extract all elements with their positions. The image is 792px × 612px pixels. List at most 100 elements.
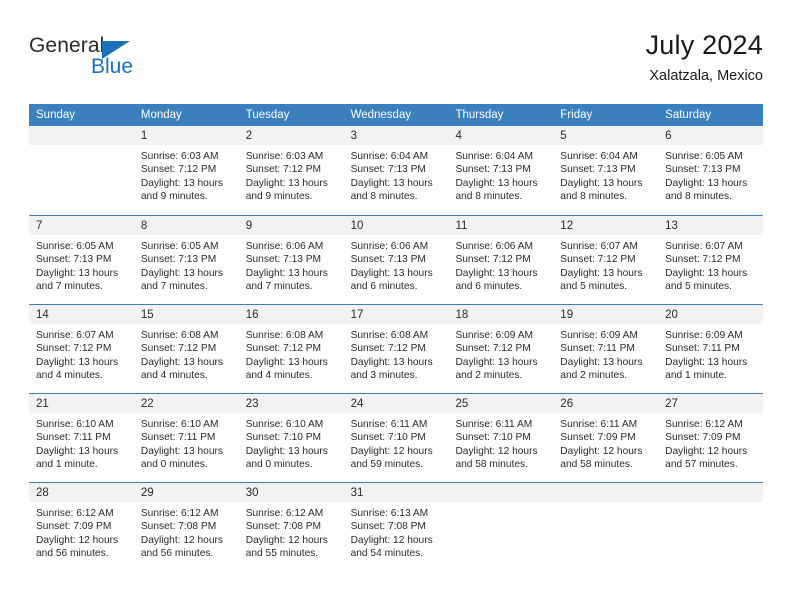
day-cell[interactable]: 17 Sunrise: 6:08 AM Sunset: 7:12 PM Dayligh…	[343, 305, 449, 393]
day-cell[interactable]: 28 Sunrise: 6:12 AM Sunset: 7:09 PM Dayligh…	[29, 483, 134, 571]
sunrise-text: Sunrise: 6:03 AM	[245, 151, 324, 162]
day-cell[interactable]: 7 Sunrise: 6:05 AM Sunset: 7:13 PM Daylight…	[29, 216, 134, 304]
day-cell[interactable]: 16 Sunrise: 6:08 AM Sunset: 7:12 PM Dayligh…	[238, 305, 344, 393]
sunrise-text: Sunrise: 6:10 AM	[36, 419, 114, 430]
day-number-band: 25	[448, 394, 554, 413]
day-number-band	[658, 483, 764, 502]
daylight-text: Daylight: 12 hours	[140, 534, 223, 546]
general-blue-logo[interactable]: General Blue	[29, 34, 209, 86]
day-number-band: 9	[238, 216, 344, 235]
day-cell[interactable]: 25 Sunrise: 6:11 AM Sunset: 7:10 PM Dayligh…	[448, 394, 554, 482]
page-subtitle: Xalatzala, Mexico	[649, 68, 763, 84]
weekday-header-friday: Friday	[560, 109, 593, 121]
day-number: 21	[36, 398, 49, 410]
day-details: Sunrise: 6:11 AM Sunset: 7:10 PM Daylight:…	[448, 413, 553, 472]
sunrise-text: Sunrise: 6:07 AM	[665, 241, 743, 252]
sunset-text: Sunset: 7:10 PM	[455, 432, 531, 444]
sunset-text: Sunset: 7:12 PM	[350, 343, 426, 355]
daylight-text: Daylight: 13 hours	[140, 356, 223, 368]
day-number-band: 18	[448, 305, 554, 324]
daylight-text: Daylight: 13 hours	[455, 267, 538, 279]
day-cell[interactable]: 30 Sunrise: 6:12 AM Sunset: 7:08 PM Dayligh…	[238, 483, 344, 571]
day-number: 4	[455, 130, 462, 142]
day-cell[interactable]: 20 Sunrise: 6:09 AM Sunset: 7:11 PM Dayligh…	[658, 305, 764, 393]
day-number: 22	[140, 398, 154, 410]
day-cell[interactable]: 14 Sunrise: 6:07 AM Sunset: 7:12 PM Dayligh…	[29, 305, 134, 393]
sunrise-text: Sunrise: 6:11 AM	[455, 419, 533, 430]
weekday-header-sunday: Sunday	[36, 109, 76, 121]
sunrise-text: Sunrise: 6:12 AM	[140, 508, 219, 519]
day-details: Sunrise: 6:09 AM Sunset: 7:11 PM Daylight:…	[658, 324, 763, 383]
sunrise-text: Sunrise: 6:09 AM	[560, 330, 638, 341]
day-cell[interactable]: 3 Sunrise: 6:04 AM Sunset: 7:13 PM Daylight…	[343, 126, 449, 215]
day-number: 14	[36, 309, 49, 321]
calendar-page: General Blue July 2024 Xalatzala, Mexico…	[0, 0, 792, 612]
daylight-text-cont: and 54 minutes.	[350, 548, 424, 560]
day-number-band: 15	[133, 305, 239, 324]
day-cell[interactable]: 5 Sunrise: 6:04 AM Sunset: 7:13 PM Daylight…	[553, 126, 659, 215]
day-details: Sunrise: 6:06 AM Sunset: 7:13 PM Daylight:…	[239, 235, 344, 294]
day-number-band: 1	[133, 126, 239, 145]
daylight-text: Daylight: 13 hours	[560, 356, 643, 368]
day-number: 10	[350, 220, 364, 232]
day-number-band: 17	[343, 305, 449, 324]
day-number-band: 31	[343, 483, 449, 502]
day-number-band: 8	[133, 216, 239, 235]
sunrise-text: Sunrise: 6:11 AM	[560, 419, 638, 430]
day-details: Sunrise: 6:10 AM Sunset: 7:11 PM Daylight:…	[134, 413, 239, 472]
day-cell[interactable]: 12 Sunrise: 6:07 AM Sunset: 7:12 PM Dayligh…	[553, 216, 659, 304]
day-cell[interactable]: 27 Sunrise: 6:12 AM Sunset: 7:09 PM Dayligh…	[658, 394, 764, 482]
day-cell[interactable]: 18 Sunrise: 6:09 AM Sunset: 7:12 PM Dayligh…	[448, 305, 554, 393]
day-cell[interactable]: 6 Sunrise: 6:05 AM Sunset: 7:13 PM Daylight…	[658, 126, 764, 215]
day-cell[interactable]: 23 Sunrise: 6:10 AM Sunset: 7:10 PM Dayligh…	[238, 394, 344, 482]
day-cell[interactable]: 22 Sunrise: 6:10 AM Sunset: 7:11 PM Dayligh…	[133, 394, 239, 482]
daylight-text-cont: and 5 minutes.	[560, 281, 628, 293]
sunset-text: Sunset: 7:10 PM	[245, 432, 322, 444]
sunrise-text: Sunrise: 6:05 AM	[665, 151, 743, 162]
sunrise-text: Sunrise: 6:04 AM	[560, 151, 638, 162]
day-details: Sunrise: 6:03 AM Sunset: 7:12 PM Daylight:…	[134, 145, 239, 204]
day-cell[interactable]: 15 Sunrise: 6:08 AM Sunset: 7:12 PM Dayligh…	[133, 305, 239, 393]
day-number: 23	[245, 398, 259, 410]
daylight-text-cont: and 6 minutes.	[455, 281, 523, 293]
sunset-text: Sunset: 7:09 PM	[560, 432, 636, 444]
day-cell[interactable]: 10 Sunrise: 6:06 AM Sunset: 7:13 PM Dayligh…	[343, 216, 449, 304]
sunrise-text: Sunrise: 6:10 AM	[140, 419, 219, 430]
sunset-text: Sunset: 7:12 PM	[665, 254, 741, 266]
day-cell[interactable]: 19 Sunrise: 6:09 AM Sunset: 7:11 PM Dayligh…	[553, 305, 659, 393]
day-cell[interactable]: 1 Sunrise: 6:03 AM Sunset: 7:12 PM Daylight…	[133, 126, 239, 215]
day-cell[interactable]: 13 Sunrise: 6:07 AM Sunset: 7:12 PM Dayligh…	[658, 216, 764, 304]
daylight-text-cont: and 2 minutes.	[455, 370, 523, 382]
sunset-text: Sunset: 7:11 PM	[665, 343, 740, 355]
sunrise-text: Sunrise: 6:04 AM	[350, 151, 429, 162]
daylight-text: Daylight: 13 hours	[140, 177, 223, 189]
daylight-text-cont: and 9 minutes.	[245, 191, 313, 203]
sunrise-text: Sunrise: 6:11 AM	[350, 419, 428, 430]
day-cell[interactable]: 11 Sunrise: 6:06 AM Sunset: 7:12 PM Dayligh…	[448, 216, 554, 304]
day-cell[interactable]: 9 Sunrise: 6:06 AM Sunset: 7:13 PM Daylight…	[238, 216, 344, 304]
day-cell[interactable]: 31 Sunrise: 6:13 AM Sunset: 7:08 PM Dayligh…	[343, 483, 449, 571]
daylight-text: Daylight: 13 hours	[665, 177, 748, 189]
sunrise-text: Sunrise: 6:05 AM	[36, 241, 114, 252]
day-cell[interactable]: 2 Sunrise: 6:03 AM Sunset: 7:12 PM Daylight…	[238, 126, 344, 215]
sunset-text: Sunset: 7:12 PM	[560, 254, 636, 266]
day-cell[interactable]: 26 Sunrise: 6:11 AM Sunset: 7:09 PM Dayligh…	[553, 394, 659, 482]
sunrise-text: Sunrise: 6:08 AM	[350, 330, 429, 341]
daylight-text-cont: and 8 minutes.	[560, 191, 628, 203]
day-details: Sunrise: 6:09 AM Sunset: 7:12 PM Daylight:…	[448, 324, 553, 383]
day-cell[interactable]: 29 Sunrise: 6:12 AM Sunset: 7:08 PM Dayligh…	[133, 483, 239, 571]
calendar-week-row: 21 Sunrise: 6:10 AM Sunset: 7:11 PM Dayligh…	[29, 393, 764, 482]
day-details: Sunrise: 6:08 AM Sunset: 7:12 PM Daylight:…	[239, 324, 344, 383]
day-cell[interactable]: 21 Sunrise: 6:10 AM Sunset: 7:11 PM Dayligh…	[29, 394, 134, 482]
sunset-text: Sunset: 7:08 PM	[350, 521, 426, 533]
daylight-text: Daylight: 13 hours	[140, 267, 223, 279]
calendar-weeks: 1 Sunrise: 6:03 AM Sunset: 7:12 PM Daylight…	[29, 126, 764, 571]
day-number: 25	[455, 398, 469, 410]
day-cell[interactable]: 24 Sunrise: 6:11 AM Sunset: 7:10 PM Dayligh…	[343, 394, 449, 482]
day-details	[553, 502, 658, 507]
sunrise-text: Sunrise: 6:10 AM	[245, 419, 324, 430]
sunrise-text: Sunrise: 6:09 AM	[455, 330, 534, 341]
day-cell[interactable]: 4 Sunrise: 6:04 AM Sunset: 7:13 PM Daylight…	[448, 126, 554, 215]
daylight-text-cont: and 59 minutes.	[350, 459, 424, 471]
day-cell[interactable]: 8 Sunrise: 6:05 AM Sunset: 7:13 PM Daylight…	[133, 216, 239, 304]
